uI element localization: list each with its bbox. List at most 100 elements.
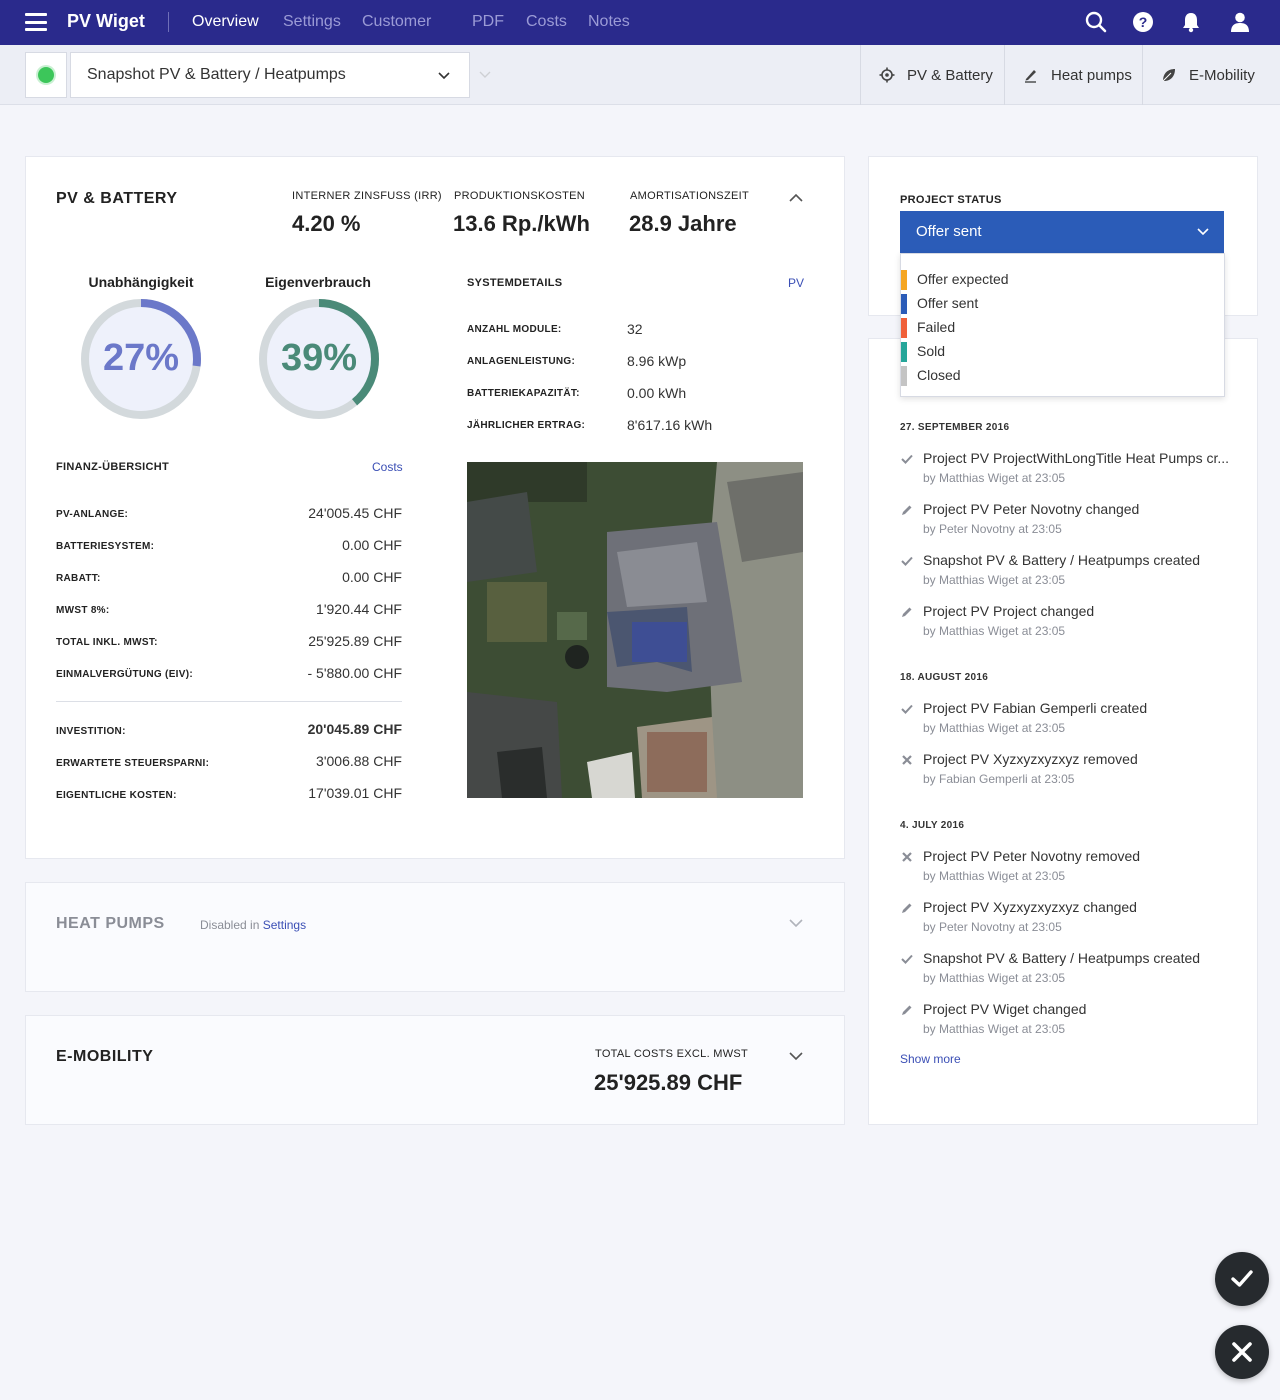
aerial-roof-image [467,462,803,798]
finance-row-value: 0.00 CHF [342,537,402,553]
status-option-closed[interactable]: Closed [901,364,1224,388]
system-details-title: SYSTEMDETAILS [467,277,563,289]
kpi-value: 13.6 Rp./kWh [453,211,590,236]
project-status-select[interactable]: Offer sent [900,211,1224,253]
nav-customer[interactable]: Customer [362,13,431,31]
finance-title: FINANZ-ÜBERSICHT [56,461,169,473]
snapshot-status-indicator[interactable] [25,52,67,98]
chevron-down-icon[interactable] [787,1047,805,1065]
gauge-label: Unabhängigkeit [88,274,194,290]
cross-icon [902,755,912,765]
finance-row-label: BATTERIESYSTEM: [56,541,155,552]
close-icon [1232,1342,1252,1362]
system-row-value: 8.96 kWp [627,353,687,369]
pv-link[interactable]: PV [788,276,804,290]
activity-meta: by Matthias Wiget at 23:05 [923,624,1066,638]
settings-link[interactable]: Settings [263,918,306,932]
finance-total-label: INVESTITION: [56,726,126,737]
activity-date: 27. SEPTEMBER 2016 [900,422,1010,433]
status-option-label: Failed [917,319,956,335]
snapshot-select[interactable]: Snapshot PV & Battery / Heatpumps [70,52,470,98]
chevron-up-icon[interactable] [787,189,805,207]
activity-meta: by Matthias Wiget at 23:05 [923,1022,1066,1036]
chevron-down-icon[interactable] [787,914,805,932]
status-option-label: Sold [917,343,946,359]
divider [56,701,402,702]
help-icon[interactable]: ? [1132,11,1154,33]
user-icon[interactable] [1229,11,1251,33]
pv-battery-card: PV & BATTERY INTERNER ZINSFUSS (IRR) 4.2… [25,156,845,859]
activity-meta: by Peter Novotny at 23:05 [923,920,1062,934]
gear-icon [879,67,895,83]
pen-icon [1025,70,1036,83]
top-navigation: PV Wiget Overview Settings Customer PDF … [0,0,1280,45]
finance-row-value: 0.00 CHF [342,569,402,585]
show-more-link[interactable]: Show more [900,1052,961,1066]
activity-title: Snapshot PV & Battery / Heatpumps create… [923,950,1201,966]
nav-overview[interactable]: Overview [192,13,259,31]
costs-link[interactable]: Costs [372,460,403,474]
status-option-failed[interactable]: Failed [901,316,1224,340]
independence-gauge: 27% [79,297,203,421]
tab-heat-pumps-label: Heat pumps [1051,66,1132,84]
tab-e-mobility[interactable]: E-Mobility [1142,45,1280,105]
activity-meta: by Matthias Wiget at 23:05 [923,471,1066,485]
status-option-label: Closed [917,367,961,383]
finance-total-value: 3'006.88 CHF [316,753,402,769]
activity-meta: by Matthias Wiget at 23:05 [923,721,1066,735]
finance-row-label: PV-ANLANGE: [56,509,129,520]
activity-title: Project PV Fabian Gemperli created [923,700,1148,716]
leaf-icon [1162,69,1175,82]
search-icon[interactable] [1085,11,1107,33]
bell-icon[interactable] [1180,11,1202,33]
finance-row-label: MWST 8%: [56,605,110,616]
system-row-label: JÄHRLICHER ERTRAG: [467,420,586,431]
finance-row-value: 1'920.44 CHF [316,601,402,617]
activity-title: Project PV Xyzxyzxyzxyz removed [923,751,1138,767]
activity-meta: by Matthias Wiget at 23:05 [923,971,1066,985]
svg-text:?: ? [1139,14,1148,30]
activity-title: Project PV Peter Novotny removed [923,848,1141,864]
heat-pumps-note-text: Disabled in [200,918,260,932]
status-color-swatch [901,294,907,314]
menu-icon[interactable] [25,13,47,31]
project-status-value: Offer sent [916,223,982,240]
chevron-down-icon [438,72,450,80]
tab-pv-battery-label: PV & Battery [907,66,993,84]
system-row-label: ANLAGENLEISTUNG: [467,356,576,367]
confirm-button[interactable] [1215,1252,1269,1306]
status-color-swatch [901,318,907,338]
check-icon [901,954,913,964]
finance-row-label: TOTAL INKL. MWST: [56,637,158,648]
activity-meta: by Peter Novotny at 23:05 [923,522,1062,536]
status-option-offer-sent[interactable]: Offer sent [901,292,1224,316]
cancel-button[interactable] [1215,1325,1269,1379]
tab-pv-battery[interactable]: PV & Battery [860,45,1005,105]
section-title: HEAT PUMPS [56,915,165,932]
nav-pdf[interactable]: PDF [472,13,504,31]
status-color-swatch [901,342,907,362]
system-row-value: 32 [627,321,643,337]
nav-settings[interactable]: Settings [283,13,341,31]
finance-row-value: - 5'880.00 CHF [307,665,403,681]
finance-row-label: RABATT: [56,573,101,584]
activity-meta: by Fabian Gemperli at 23:05 [923,772,1075,786]
activity-meta: by Matthias Wiget at 23:05 [923,869,1066,883]
check-icon [901,704,913,714]
project-status-dropdown: Offer expected Offer sent Failed Sold Cl… [900,253,1225,397]
gauge-label: Eigenverbrauch [265,274,371,290]
nav-costs[interactable]: Costs [526,13,567,31]
tab-e-mobility-label: E-Mobility [1189,66,1255,84]
self-consumption-gauge: 39% [257,297,381,421]
status-option-offer-expected[interactable]: Offer expected [901,268,1224,292]
activity-title: Project PV ProjectWithLongTitle Heat Pum… [923,450,1230,466]
kpi-label: PRODUKTIONSKOSTEN [454,190,586,202]
nav-notes[interactable]: Notes [588,13,630,31]
finance-row-value: 25'925.89 CHF [308,633,402,649]
kpi-label: INTERNER ZINSFUSS (IRR) [292,190,442,202]
status-dot-icon [38,67,54,83]
finance-total-label: ERWARTETE STEUERSPARNI: [56,758,210,769]
status-option-sold[interactable]: Sold [901,340,1224,364]
tab-heat-pumps[interactable]: Heat pumps [1004,45,1143,105]
finance-row-value: 24'005.45 CHF [308,505,402,521]
